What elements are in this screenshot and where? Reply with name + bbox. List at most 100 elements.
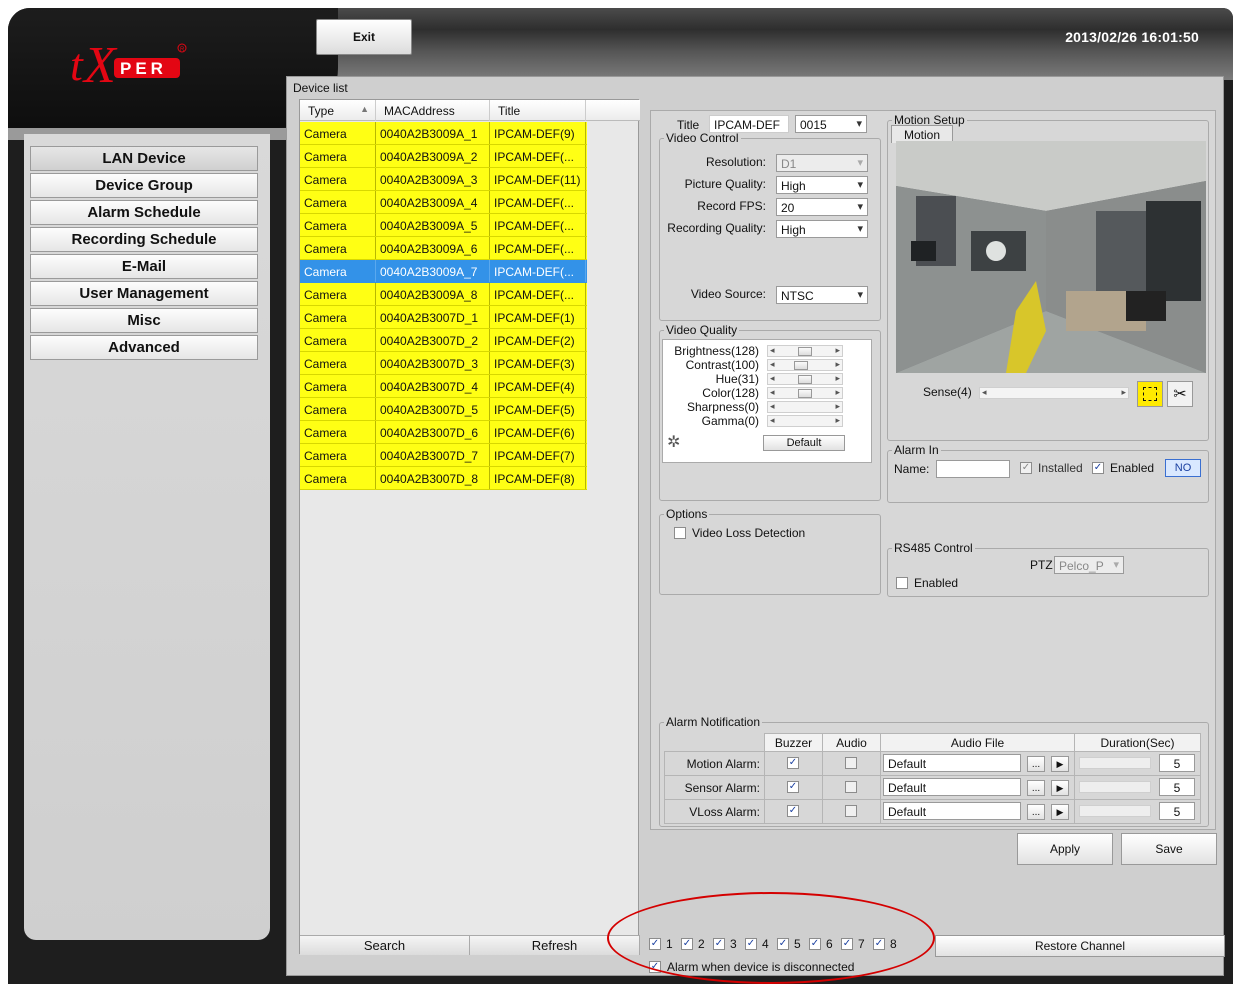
motion-audio-checkbox[interactable] [845, 757, 857, 769]
column-header-mac[interactable]: MACAddress [376, 100, 490, 121]
type-cell: Camera [300, 122, 376, 144]
sensor-audio-file-input[interactable]: Default [883, 778, 1021, 796]
sense-slider[interactable]: ◂ ▸ [979, 387, 1129, 399]
nav-item-lan-device[interactable]: LAN Device [30, 146, 258, 171]
table-row[interactable]: Camera 0040A2B3007D_6 IPCAM-DEF(6) [300, 421, 587, 444]
motion-play-icon[interactable]: ▶ [1051, 756, 1069, 772]
svg-text:R: R [180, 47, 185, 53]
default-button[interactable]: Default [763, 435, 845, 451]
sensor-duration-slider[interactable] [1079, 781, 1151, 793]
channel-checkbox[interactable]: ✓ [809, 938, 821, 950]
table-row[interactable]: Camera 0040A2B3009A_7 IPCAM-DEF(... [300, 260, 587, 283]
picture-quality-select[interactable]: High [776, 176, 868, 194]
nav-item-email[interactable]: E-Mail [30, 254, 258, 279]
table-row[interactable]: Camera 0040A2B3009A_1 IPCAM-DEF(9) [300, 122, 587, 145]
nav-item-recording-schedule[interactable]: Recording Schedule [30, 227, 258, 252]
color-slider[interactable]: ◂ ▸ [767, 387, 843, 399]
rs485-group: RS485 Control PTZ Pelco_P Enabled [887, 541, 1209, 597]
type-cell: Camera [300, 352, 376, 374]
table-row[interactable]: Camera 0040A2B3009A_4 IPCAM-DEF(... [300, 191, 587, 214]
table-row[interactable]: Camera 0040A2B3007D_8 IPCAM-DEF(8) [300, 467, 587, 490]
sensor-play-icon[interactable]: ▶ [1051, 780, 1069, 796]
alarm-disconnect-checkbox[interactable]: ✓ [649, 961, 661, 973]
mac-cell: 0040A2B3007D_7 [376, 444, 490, 466]
vloss-audio-file-input[interactable]: Default [883, 802, 1021, 820]
nav-item-user-management[interactable]: User Management [30, 281, 258, 306]
sensor-duration-input[interactable]: 5 [1159, 778, 1195, 796]
sensor-buzzer-checkbox[interactable]: ✓ [787, 781, 799, 793]
brightness-slider[interactable]: ◂ ▸ [767, 345, 843, 357]
motion-duration-input[interactable]: 5 [1159, 754, 1195, 772]
record-fps-select[interactable]: 20 [776, 198, 868, 216]
scissors-icon[interactable]: ✂ [1167, 381, 1193, 407]
channel-checkbox[interactable]: ✓ [873, 938, 885, 950]
channel-checkbox[interactable]: ✓ [713, 938, 725, 950]
alarm-enabled-checkbox[interactable]: ✓ [1092, 462, 1104, 474]
table-row[interactable]: Camera 0040A2B3009A_6 IPCAM-DEF(... [300, 237, 587, 260]
table-row[interactable]: Camera 0040A2B3007D_2 IPCAM-DEF(2) [300, 329, 587, 352]
channel-area: ✓ 1 ✓ 2 ✓ 3 ✓ 4 ✓ 5 ✓ 6 ✓ 7 ✓ 8 Restore Channel ✓ Alarm… [645, 935, 1225, 975]
type-cell: Camera [300, 237, 376, 259]
table-row[interactable]: Camera 0040A2B3009A_2 IPCAM-DEF(... [300, 145, 587, 168]
table-row[interactable]: Camera 0040A2B3007D_1 IPCAM-DEF(1) [300, 306, 587, 329]
svg-text:X: X [82, 37, 118, 94]
nav-item-device-group[interactable]: Device Group [30, 173, 258, 198]
channel-checkbox[interactable]: ✓ [841, 938, 853, 950]
ptz-select[interactable]: Pelco_P [1054, 556, 1124, 574]
column-header-title[interactable]: Title [490, 100, 586, 121]
vloss-alarm-row: VLoss Alarm: ✓ Default ... ▶ 5 [664, 799, 1201, 824]
vloss-duration-input[interactable]: 5 [1159, 802, 1195, 820]
alarm-disconnect-label: Alarm when device is disconnected [667, 960, 855, 974]
table-row[interactable]: Camera 0040A2B3007D_4 IPCAM-DEF(4) [300, 375, 587, 398]
channel-checkbox[interactable]: ✓ [649, 938, 661, 950]
save-button[interactable]: Save [1121, 833, 1217, 865]
alarm-name-label: Name: [894, 462, 930, 476]
channel-checkbox[interactable]: ✓ [777, 938, 789, 950]
vloss-duration-slider[interactable] [1079, 805, 1151, 817]
recording-quality-select[interactable]: High [776, 220, 868, 238]
channel-checkbox[interactable]: ✓ [681, 938, 693, 950]
motion-duration-slider[interactable] [1079, 757, 1151, 769]
sensor-audio-checkbox[interactable] [845, 781, 857, 793]
motion-browse-button[interactable]: ... [1027, 756, 1045, 772]
channel-checkbox[interactable]: ✓ [745, 938, 757, 950]
refresh-button[interactable]: Refresh [470, 936, 640, 955]
record-fps-label: Record FPS: [697, 199, 766, 213]
apply-button[interactable]: Apply [1017, 833, 1113, 865]
motion-area-select-icon[interactable] [1137, 381, 1163, 407]
vloss-browse-button[interactable]: ... [1027, 804, 1045, 820]
installed-checkbox[interactable]: ✓ [1020, 462, 1032, 474]
restore-channel-button[interactable]: Restore Channel [935, 935, 1225, 957]
vloss-audio-checkbox[interactable] [845, 805, 857, 817]
video-source-select[interactable]: NTSC [776, 286, 868, 304]
nav-item-misc[interactable]: Misc [30, 308, 258, 333]
alarm-name-input[interactable] [936, 460, 1010, 478]
motion-audio-file-input[interactable]: Default [883, 754, 1021, 772]
hue-slider[interactable]: ◂ ▸ [767, 373, 843, 385]
column-header-type[interactable]: Type ▲ [300, 100, 376, 121]
table-row[interactable]: Camera 0040A2B3007D_3 IPCAM-DEF(3) [300, 352, 587, 375]
table-row[interactable]: Camera 0040A2B3009A_3 IPCAM-DEF(11) [300, 168, 587, 191]
vloss-buzzer-checkbox[interactable]: ✓ [787, 805, 799, 817]
title-cell: IPCAM-DEF(... [490, 260, 586, 282]
nav-item-advanced[interactable]: Advanced [30, 335, 258, 360]
rs485-enabled-checkbox[interactable] [896, 577, 908, 589]
vloss-play-icon[interactable]: ▶ [1051, 804, 1069, 820]
motion-alarm-label: Motion Alarm: [664, 751, 765, 776]
motion-buzzer-checkbox[interactable]: ✓ [787, 757, 799, 769]
table-row[interactable]: Camera 0040A2B3009A_5 IPCAM-DEF(... [300, 214, 587, 237]
search-button[interactable]: Search [300, 936, 470, 955]
nav-item-alarm-schedule[interactable]: Alarm Schedule [30, 200, 258, 225]
resolution-select[interactable]: D1 [776, 154, 868, 172]
sensor-browse-button[interactable]: ... [1027, 780, 1045, 796]
exit-button[interactable]: Exit [316, 19, 412, 55]
table-row[interactable]: Camera 0040A2B3007D_5 IPCAM-DEF(5) [300, 398, 587, 421]
ptz-label: PTZ [1030, 558, 1053, 572]
table-row[interactable]: Camera 0040A2B3009A_8 IPCAM-DEF(... [300, 283, 587, 306]
sharpness-slider[interactable]: ◂ ▸ [767, 401, 843, 413]
table-row[interactable]: Camera 0040A2B3007D_7 IPCAM-DEF(7) [300, 444, 587, 467]
contrast-slider[interactable]: ◂ ▸ [767, 359, 843, 371]
video-loss-checkbox[interactable] [674, 527, 686, 539]
gamma-slider[interactable]: ◂ ▸ [767, 415, 843, 427]
title-cell: IPCAM-DEF(7) [490, 444, 586, 466]
